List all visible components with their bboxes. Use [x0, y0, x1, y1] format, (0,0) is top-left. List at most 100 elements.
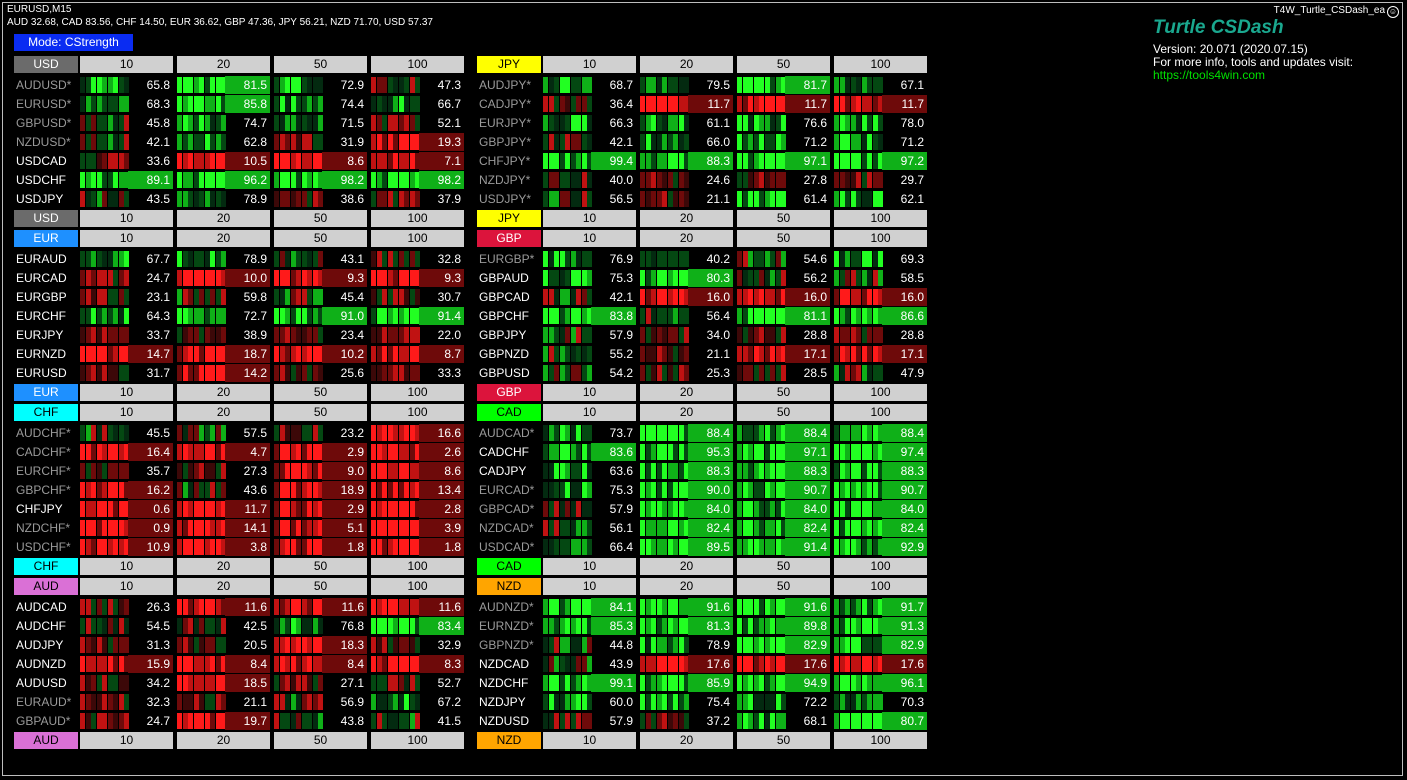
- strength-cell[interactable]: 83.6: [543, 443, 636, 461]
- strength-cell[interactable]: 1.8: [371, 538, 464, 556]
- strength-cell[interactable]: 10.2: [274, 345, 367, 363]
- strength-cell[interactable]: 71.2: [834, 133, 927, 151]
- timeframe-button-100[interactable]: 100: [834, 384, 927, 401]
- strength-cell[interactable]: 36.4: [543, 95, 636, 113]
- mode-button[interactable]: Mode: CStrength: [14, 34, 133, 51]
- strength-cell[interactable]: 91.4: [737, 538, 830, 556]
- strength-cell[interactable]: 85.8: [177, 95, 270, 113]
- strength-cell[interactable]: 17.1: [737, 345, 830, 363]
- strength-cell[interactable]: 24.7: [80, 269, 173, 287]
- pair-label[interactable]: AUDJPY: [16, 636, 63, 654]
- strength-cell[interactable]: 71.2: [737, 133, 830, 151]
- strength-cell[interactable]: 24.6: [640, 171, 733, 189]
- pair-label[interactable]: EURJPY*: [479, 114, 531, 132]
- currency-button-jpy[interactable]: JPY: [477, 56, 541, 73]
- strength-cell[interactable]: 24.7: [80, 712, 173, 730]
- strength-cell[interactable]: 32.3: [80, 693, 173, 711]
- timeframe-button-10[interactable]: 10: [80, 230, 173, 247]
- strength-cell[interactable]: 72.7: [177, 307, 270, 325]
- strength-cell[interactable]: 11.7: [737, 95, 830, 113]
- timeframe-button-20[interactable]: 20: [640, 230, 733, 247]
- strength-cell[interactable]: 75.4: [640, 693, 733, 711]
- strength-cell[interactable]: 52.1: [371, 114, 464, 132]
- strength-cell[interactable]: 32.8: [371, 250, 464, 268]
- strength-cell[interactable]: 3.8: [177, 538, 270, 556]
- strength-cell[interactable]: 44.8: [543, 636, 636, 654]
- strength-cell[interactable]: 2.6: [371, 443, 464, 461]
- strength-cell[interactable]: 43.6: [177, 481, 270, 499]
- strength-cell[interactable]: 68.1: [737, 712, 830, 730]
- timeframe-button-10[interactable]: 10: [543, 578, 636, 595]
- pair-label[interactable]: NZDCAD: [479, 655, 529, 673]
- pair-label[interactable]: EURAUD: [16, 250, 67, 268]
- strength-cell[interactable]: 65.8: [80, 76, 173, 94]
- strength-cell[interactable]: 13.4: [371, 481, 464, 499]
- strength-cell[interactable]: 91.3: [834, 617, 927, 635]
- timeframe-button-50[interactable]: 50: [737, 732, 830, 749]
- strength-cell[interactable]: 94.9: [737, 674, 830, 692]
- timeframe-button-20[interactable]: 20: [640, 56, 733, 73]
- pair-label[interactable]: NZDJPY: [479, 693, 526, 711]
- strength-cell[interactable]: 76.8: [274, 617, 367, 635]
- pair-label[interactable]: CHFJPY: [16, 500, 63, 518]
- strength-cell[interactable]: 18.9: [274, 481, 367, 499]
- strength-cell[interactable]: 27.8: [737, 171, 830, 189]
- strength-cell[interactable]: 18.5: [177, 674, 270, 692]
- strength-cell[interactable]: 25.6: [274, 364, 367, 382]
- strength-cell[interactable]: 92.9: [834, 538, 927, 556]
- strength-cell[interactable]: 84.0: [640, 500, 733, 518]
- strength-cell[interactable]: 82.4: [737, 519, 830, 537]
- timeframe-button-50[interactable]: 50: [274, 230, 367, 247]
- strength-cell[interactable]: 90.0: [640, 481, 733, 499]
- strength-cell[interactable]: 43.9: [543, 655, 636, 673]
- timeframe-button-100[interactable]: 100: [371, 558, 464, 575]
- strength-cell[interactable]: 83.4: [371, 617, 464, 635]
- strength-cell[interactable]: 89.8: [737, 617, 830, 635]
- strength-cell[interactable]: 57.9: [543, 712, 636, 730]
- strength-cell[interactable]: 56.4: [640, 307, 733, 325]
- currency-button-chf[interactable]: CHF: [14, 558, 78, 575]
- pair-label[interactable]: USDJPY*: [479, 190, 531, 208]
- strength-cell[interactable]: 82.9: [834, 636, 927, 654]
- strength-cell[interactable]: 95.3: [640, 443, 733, 461]
- currency-button-usd[interactable]: USD: [14, 56, 78, 73]
- strength-cell[interactable]: 11.6: [371, 598, 464, 616]
- strength-cell[interactable]: 89.5: [640, 538, 733, 556]
- pair-label[interactable]: NZDCHF: [479, 674, 528, 692]
- strength-cell[interactable]: 45.4: [274, 288, 367, 306]
- strength-cell[interactable]: 79.5: [640, 76, 733, 94]
- pair-label[interactable]: AUDCHF: [16, 617, 66, 635]
- strength-cell[interactable]: 2.9: [274, 500, 367, 518]
- timeframe-button-50[interactable]: 50: [274, 210, 367, 227]
- strength-cell[interactable]: 62.1: [834, 190, 927, 208]
- strength-cell[interactable]: 28.8: [737, 326, 830, 344]
- timeframe-button-50[interactable]: 50: [737, 230, 830, 247]
- strength-cell[interactable]: 99.4: [543, 152, 636, 170]
- strength-cell[interactable]: 17.6: [737, 655, 830, 673]
- strength-cell[interactable]: 88.3: [640, 152, 733, 170]
- strength-cell[interactable]: 91.7: [834, 598, 927, 616]
- pair-label[interactable]: EURNZD: [16, 345, 66, 363]
- currency-button-eur[interactable]: EUR: [14, 384, 78, 401]
- strength-cell[interactable]: 42.5: [177, 617, 270, 635]
- strength-cell[interactable]: 8.6: [371, 462, 464, 480]
- strength-cell[interactable]: 80.7: [834, 712, 927, 730]
- strength-cell[interactable]: 11.6: [177, 598, 270, 616]
- strength-cell[interactable]: 17.1: [834, 345, 927, 363]
- pair-label[interactable]: EURJPY: [16, 326, 63, 344]
- strength-cell[interactable]: 62.8: [177, 133, 270, 151]
- strength-cell[interactable]: 99.1: [543, 674, 636, 692]
- strength-cell[interactable]: 47.9: [834, 364, 927, 382]
- strength-cell[interactable]: 42.1: [80, 133, 173, 151]
- strength-cell[interactable]: 97.1: [737, 152, 830, 170]
- strength-cell[interactable]: 22.0: [371, 326, 464, 344]
- strength-cell[interactable]: 80.3: [640, 269, 733, 287]
- strength-cell[interactable]: 91.6: [640, 598, 733, 616]
- strength-cell[interactable]: 43.1: [274, 250, 367, 268]
- strength-cell[interactable]: 78.9: [177, 190, 270, 208]
- pair-label[interactable]: AUDUSD: [16, 674, 67, 692]
- timeframe-button-10[interactable]: 10: [80, 558, 173, 575]
- strength-cell[interactable]: 81.7: [737, 76, 830, 94]
- pair-label[interactable]: AUDUSD*: [16, 76, 71, 94]
- timeframe-button-100[interactable]: 100: [834, 578, 927, 595]
